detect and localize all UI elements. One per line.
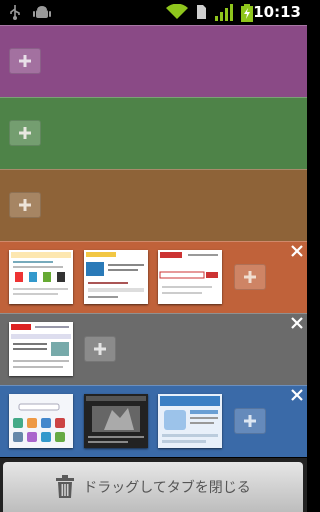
android-debug-icon xyxy=(33,6,51,18)
add-tab-button[interactable] xyxy=(234,264,266,290)
status-bar: 10:13 xyxy=(0,0,307,25)
plus-icon xyxy=(244,271,256,283)
add-tab-button[interactable] xyxy=(9,192,41,218)
page-preview xyxy=(84,250,148,304)
tab-group-green[interactable] xyxy=(0,97,307,169)
clock: 10:13 xyxy=(253,3,301,21)
trash-icon xyxy=(56,475,75,498)
tab-group-orange[interactable] xyxy=(0,241,307,313)
plus-icon xyxy=(94,343,106,355)
page-preview xyxy=(84,394,148,448)
tab-thumbnail[interactable] xyxy=(9,322,73,376)
page-preview xyxy=(9,394,73,448)
tab-thumbnail[interactable] xyxy=(9,250,73,304)
close-icon[interactable] xyxy=(290,316,304,330)
plus-icon xyxy=(19,127,31,139)
tab-thumbnail[interactable] xyxy=(84,250,148,304)
usb-icon xyxy=(10,5,20,20)
tab-thumbnail[interactable] xyxy=(158,250,222,304)
page-preview xyxy=(158,250,222,304)
add-tab-button[interactable] xyxy=(9,120,41,146)
close-icon[interactable] xyxy=(290,388,304,402)
signal-icon xyxy=(215,4,233,21)
add-tab-button[interactable] xyxy=(9,48,41,74)
plus-icon xyxy=(19,55,31,67)
sim-icon xyxy=(197,5,206,19)
plus-icon xyxy=(244,415,256,427)
add-tab-button[interactable] xyxy=(84,336,116,362)
tab-group-blue[interactable] xyxy=(0,385,307,457)
tab-thumbnail[interactable] xyxy=(9,394,73,448)
wifi-icon xyxy=(166,4,188,19)
close-icon[interactable] xyxy=(290,244,304,258)
drop-zone-label: ドラッグしてタブを閉じる xyxy=(83,480,251,496)
add-tab-button[interactable] xyxy=(234,408,266,434)
tab-thumbnail[interactable] xyxy=(84,394,148,448)
battery-charging-icon xyxy=(241,4,253,22)
tab-thumbnail[interactable] xyxy=(158,394,222,448)
tab-group-brown[interactable] xyxy=(0,169,307,241)
page-preview xyxy=(9,322,73,376)
tab-group-purple[interactable] xyxy=(0,25,307,97)
drop-to-close-zone: ドラッグしてタブを閉じる xyxy=(0,458,307,512)
page-preview xyxy=(9,250,73,304)
tab-group-gray[interactable] xyxy=(0,313,307,385)
page-preview xyxy=(158,394,222,448)
plus-icon xyxy=(19,199,31,211)
drag-to-close-tab-target[interactable]: ドラッグしてタブを閉じる xyxy=(3,462,303,512)
